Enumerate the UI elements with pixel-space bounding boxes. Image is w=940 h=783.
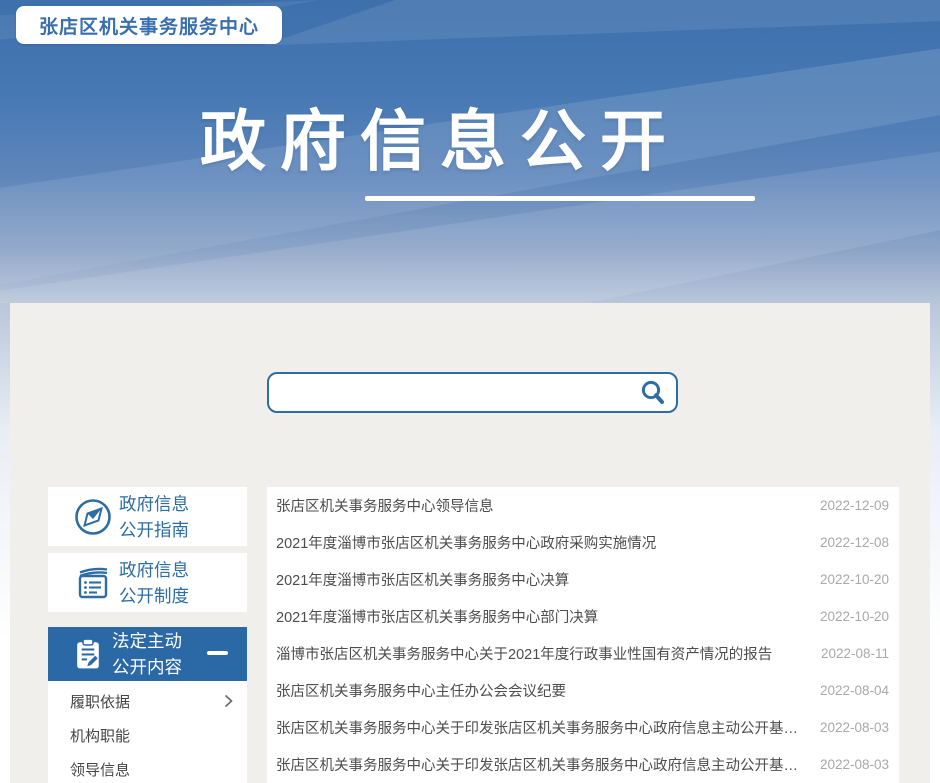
article-row[interactable]: 张店区机关事务服务中心关于印发张店区机关事务服务中心政府信息主动公开基本目录的通… xyxy=(267,709,899,746)
article-date: 2022-08-03 xyxy=(820,720,889,735)
article-title: 张店区机关事务服务中心关于印发张店区机关事务服务中心政府信息主动公开基本目录的通… xyxy=(276,754,812,775)
site-name-badge[interactable]: 张店区机关事务服务中心 xyxy=(16,6,282,44)
article-title: 张店区机关事务服务中心关于印发张店区机关事务服务中心政府信息主动公开基本目录的通… xyxy=(276,717,812,738)
submenu-item-duty-basis[interactable]: 履职依据 xyxy=(48,684,247,718)
article-title: 淄博市张店区机关事务服务中心关于2021年度行政事业性国有资产情况的报告 xyxy=(276,643,772,664)
article-row[interactable]: 2021年度淄博市张店区机关事务服务中心政府采购实施情况 2022-12-08 xyxy=(267,524,899,561)
compass-icon xyxy=(73,497,113,537)
collapse-minus-icon[interactable] xyxy=(207,651,228,655)
clipboard-pen-icon xyxy=(70,636,106,672)
page: 张店区机关事务服务中心 政府信息公开 xyxy=(0,0,940,783)
sidebar-submenu: 履职依据 机构职能 领导信息 xyxy=(48,681,247,783)
article-list: 张店区机关事务服务中心领导信息 2022-12-09 2021年度淄博市张店区机… xyxy=(267,487,899,783)
article-date: 2022-08-03 xyxy=(820,757,889,772)
sidebar-item-guide[interactable]: 政府信息 公开指南 xyxy=(48,487,247,546)
article-date: 2022-12-09 xyxy=(820,498,889,513)
search-box xyxy=(267,372,678,413)
article-row[interactable]: 2021年度淄博市张店区机关事务服务中心部门决算 2022-10-20 xyxy=(267,598,899,635)
notebook-icon xyxy=(73,563,113,603)
chevron-right-icon xyxy=(224,694,233,708)
search-input[interactable] xyxy=(269,374,630,411)
article-row[interactable]: 淄博市张店区机关事务服务中心关于2021年度行政事业性国有资产情况的报告 202… xyxy=(267,635,899,672)
sidebar-item-label: 政府信息 公开指南 xyxy=(119,491,189,543)
article-row[interactable]: 张店区机关事务服务中心领导信息 2022-12-09 xyxy=(267,487,899,524)
sidebar-item-label: 政府信息 公开制度 xyxy=(119,557,189,609)
article-date: 2022-08-11 xyxy=(821,646,889,661)
article-row[interactable]: 张店区机关事务服务中心关于印发张店区机关事务服务中心政府信息主动公开基本目录的通… xyxy=(267,746,899,783)
sidebar-item-statutory-active[interactable]: 法定主动 公开内容 xyxy=(48,627,247,681)
submenu-item-functions[interactable]: 机构职能 xyxy=(48,718,247,752)
site-name-label: 张店区机关事务服务中心 xyxy=(39,12,259,39)
search-icon xyxy=(639,379,667,407)
article-row[interactable]: 张店区机关事务服务中心主任办公会会议纪要 2022-08-04 xyxy=(267,672,899,709)
hero-banner: 张店区机关事务服务中心 政府信息公开 xyxy=(0,0,940,303)
search-button[interactable] xyxy=(630,374,676,411)
sidebar-item-rules[interactable]: 政府信息 公开制度 xyxy=(48,553,247,612)
article-title: 张店区机关事务服务中心主任办公会会议纪要 xyxy=(276,680,566,701)
article-title: 2021年度淄博市张店区机关事务服务中心部门决算 xyxy=(276,606,598,627)
article-title: 张店区机关事务服务中心领导信息 xyxy=(276,495,494,516)
article-title: 2021年度淄博市张店区机关事务服务中心决算 xyxy=(276,569,569,590)
sidebar-item-label: 法定主动 公开内容 xyxy=(112,628,182,680)
article-date: 2022-10-20 xyxy=(820,572,889,587)
article-date: 2022-08-04 xyxy=(820,683,889,698)
submenu-item-leaders[interactable]: 领导信息 xyxy=(48,752,247,783)
title-underline xyxy=(365,196,755,201)
article-date: 2022-10-20 xyxy=(820,609,889,624)
article-title: 2021年度淄博市张店区机关事务服务中心政府采购实施情况 xyxy=(276,532,656,553)
article-row[interactable]: 2021年度淄博市张店区机关事务服务中心决算 2022-10-20 xyxy=(267,561,899,598)
page-title: 政府信息公开 xyxy=(160,88,720,184)
content-panel: 政府信息 公开指南 xyxy=(10,303,930,783)
article-date: 2022-12-08 xyxy=(820,535,889,550)
